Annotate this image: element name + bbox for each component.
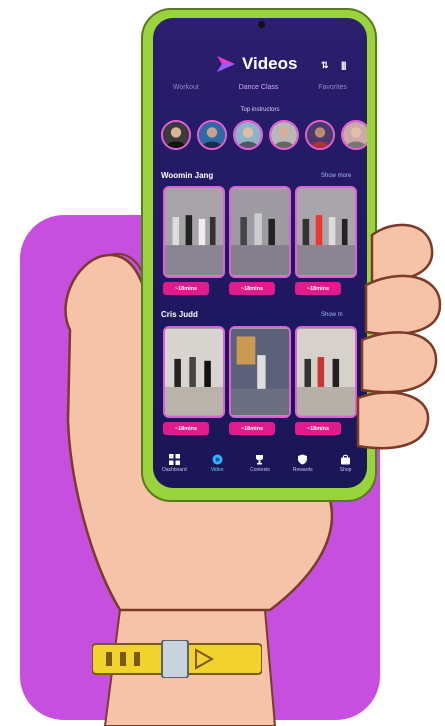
- hand-fingers: [356, 223, 442, 450]
- watch-strap: [92, 640, 262, 678]
